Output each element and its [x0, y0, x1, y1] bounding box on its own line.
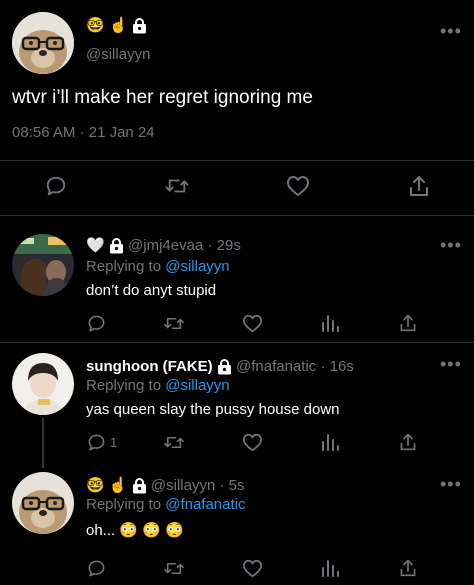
dog-with-glasses-image — [12, 12, 74, 74]
nerd-face-emoji: 🤓 — [86, 477, 105, 495]
analytics-icon[interactable] — [320, 313, 340, 333]
more-options-icon[interactable]: ••• — [440, 236, 462, 254]
retweet-icon[interactable] — [164, 174, 190, 198]
replying-to: Replying to @fnafanatic — [86, 495, 246, 515]
tweet-date: 21 Jan 24 — [88, 124, 155, 141]
reply-text-words: oh... — [86, 522, 116, 539]
concert-photo-image — [12, 234, 74, 296]
reply-name-row: 🤍 @jmj4evaa · 29s — [86, 237, 241, 255]
more-options-icon[interactable]: ••• — [440, 475, 462, 493]
share-icon[interactable] — [407, 173, 431, 199]
divider — [0, 160, 474, 161]
replying-to-handle[interactable]: @fnafanatic — [165, 496, 245, 513]
separator: · — [79, 124, 85, 141]
like-icon[interactable] — [285, 174, 311, 198]
reply-count: 1 — [110, 435, 118, 450]
more-options-icon[interactable]: ••• — [440, 22, 462, 40]
reply-time: 5s — [228, 477, 245, 494]
nerd-face-emoji: 🤓 — [86, 17, 105, 34]
author-name-row: 🤓 ☝️ — [86, 17, 147, 35]
like-icon[interactable] — [241, 313, 263, 333]
share-icon[interactable] — [398, 312, 418, 334]
reply-text: don’t do anyt stupid — [86, 282, 217, 299]
analytics-icon[interactable] — [320, 558, 340, 578]
sunghoon-photo-image — [12, 353, 74, 415]
replying-to-handle[interactable]: @sillayyn — [165, 377, 229, 394]
reply-text: oh... 😳 😳 😳 — [86, 521, 184, 541]
tweet-timestamp[interactable]: 08:56 AM · 21 Jan 24 — [12, 124, 155, 141]
reply-avatar[interactable] — [12, 472, 74, 534]
reply-icon[interactable] — [86, 313, 106, 333]
reply-avatar[interactable] — [12, 353, 74, 415]
reply-display-name[interactable]: sunghoon (FAKE) — [86, 358, 213, 375]
lock-icon — [217, 359, 231, 375]
retweet-icon[interactable] — [162, 313, 186, 333]
replying-to-label: Replying to — [86, 496, 162, 513]
lock-icon — [133, 18, 147, 34]
divider — [0, 342, 474, 343]
analytics-icon[interactable] — [320, 432, 340, 452]
reply-time: 16s — [329, 358, 354, 375]
flushed-face-emoji: 😳 — [142, 522, 161, 540]
tweet-text: wtvr i’ll make her regret ignoring me — [12, 87, 313, 108]
divider — [0, 215, 474, 216]
separator: · — [207, 237, 213, 254]
tweet-time: 08:56 AM — [12, 124, 76, 141]
more-options-icon[interactable]: ••• — [440, 355, 462, 373]
reply-icon[interactable] — [86, 432, 106, 452]
flushed-face-emoji: 😳 — [165, 522, 184, 540]
author-handle[interactable]: @sillayyn — [86, 46, 150, 63]
reply-handle[interactable]: @jmj4evaa — [128, 237, 203, 254]
pointing-up-emoji: ☝️ — [109, 17, 128, 34]
reply-name-row: sunghoon (FAKE) @fnafanatic · 16s — [86, 358, 354, 375]
reply-handle[interactable]: @fnafanatic — [236, 358, 316, 375]
replying-to-label: Replying to — [86, 377, 162, 394]
reply-text: yas queen slay the pussy house down — [86, 401, 340, 418]
like-icon[interactable] — [241, 558, 263, 578]
thread-connector — [42, 418, 44, 468]
retweet-icon[interactable] — [162, 558, 186, 578]
separator: · — [219, 477, 225, 494]
replying-to-handle[interactable]: @sillayyn — [165, 258, 229, 275]
replying-to: Replying to @sillayyn — [86, 257, 230, 277]
reply-icon[interactable] — [44, 174, 68, 198]
flushed-face-emoji: 😳 — [119, 522, 139, 540]
retweet-icon[interactable] — [162, 432, 186, 452]
share-icon[interactable] — [398, 431, 418, 453]
reply-name-row: 🤓 ☝️ @sillayyn · 5s — [86, 477, 245, 495]
reply-avatar[interactable] — [12, 234, 74, 296]
white-heart-emoji: 🤍 — [86, 237, 105, 255]
lock-icon — [109, 238, 123, 254]
lock-icon — [132, 478, 146, 494]
replying-to: Replying to @sillayyn — [86, 376, 230, 396]
reply-time: 29s — [216, 237, 241, 254]
author-avatar[interactable] — [12, 12, 74, 74]
share-icon[interactable] — [398, 557, 418, 579]
reply-icon[interactable] — [86, 558, 106, 578]
dog-with-glasses-image — [12, 472, 74, 534]
separator: · — [320, 358, 326, 375]
like-icon[interactable] — [241, 432, 263, 452]
reply-handle[interactable]: @sillayyn — [151, 477, 215, 494]
pointing-up-emoji: ☝️ — [108, 477, 128, 495]
replying-to-label: Replying to — [86, 258, 162, 275]
